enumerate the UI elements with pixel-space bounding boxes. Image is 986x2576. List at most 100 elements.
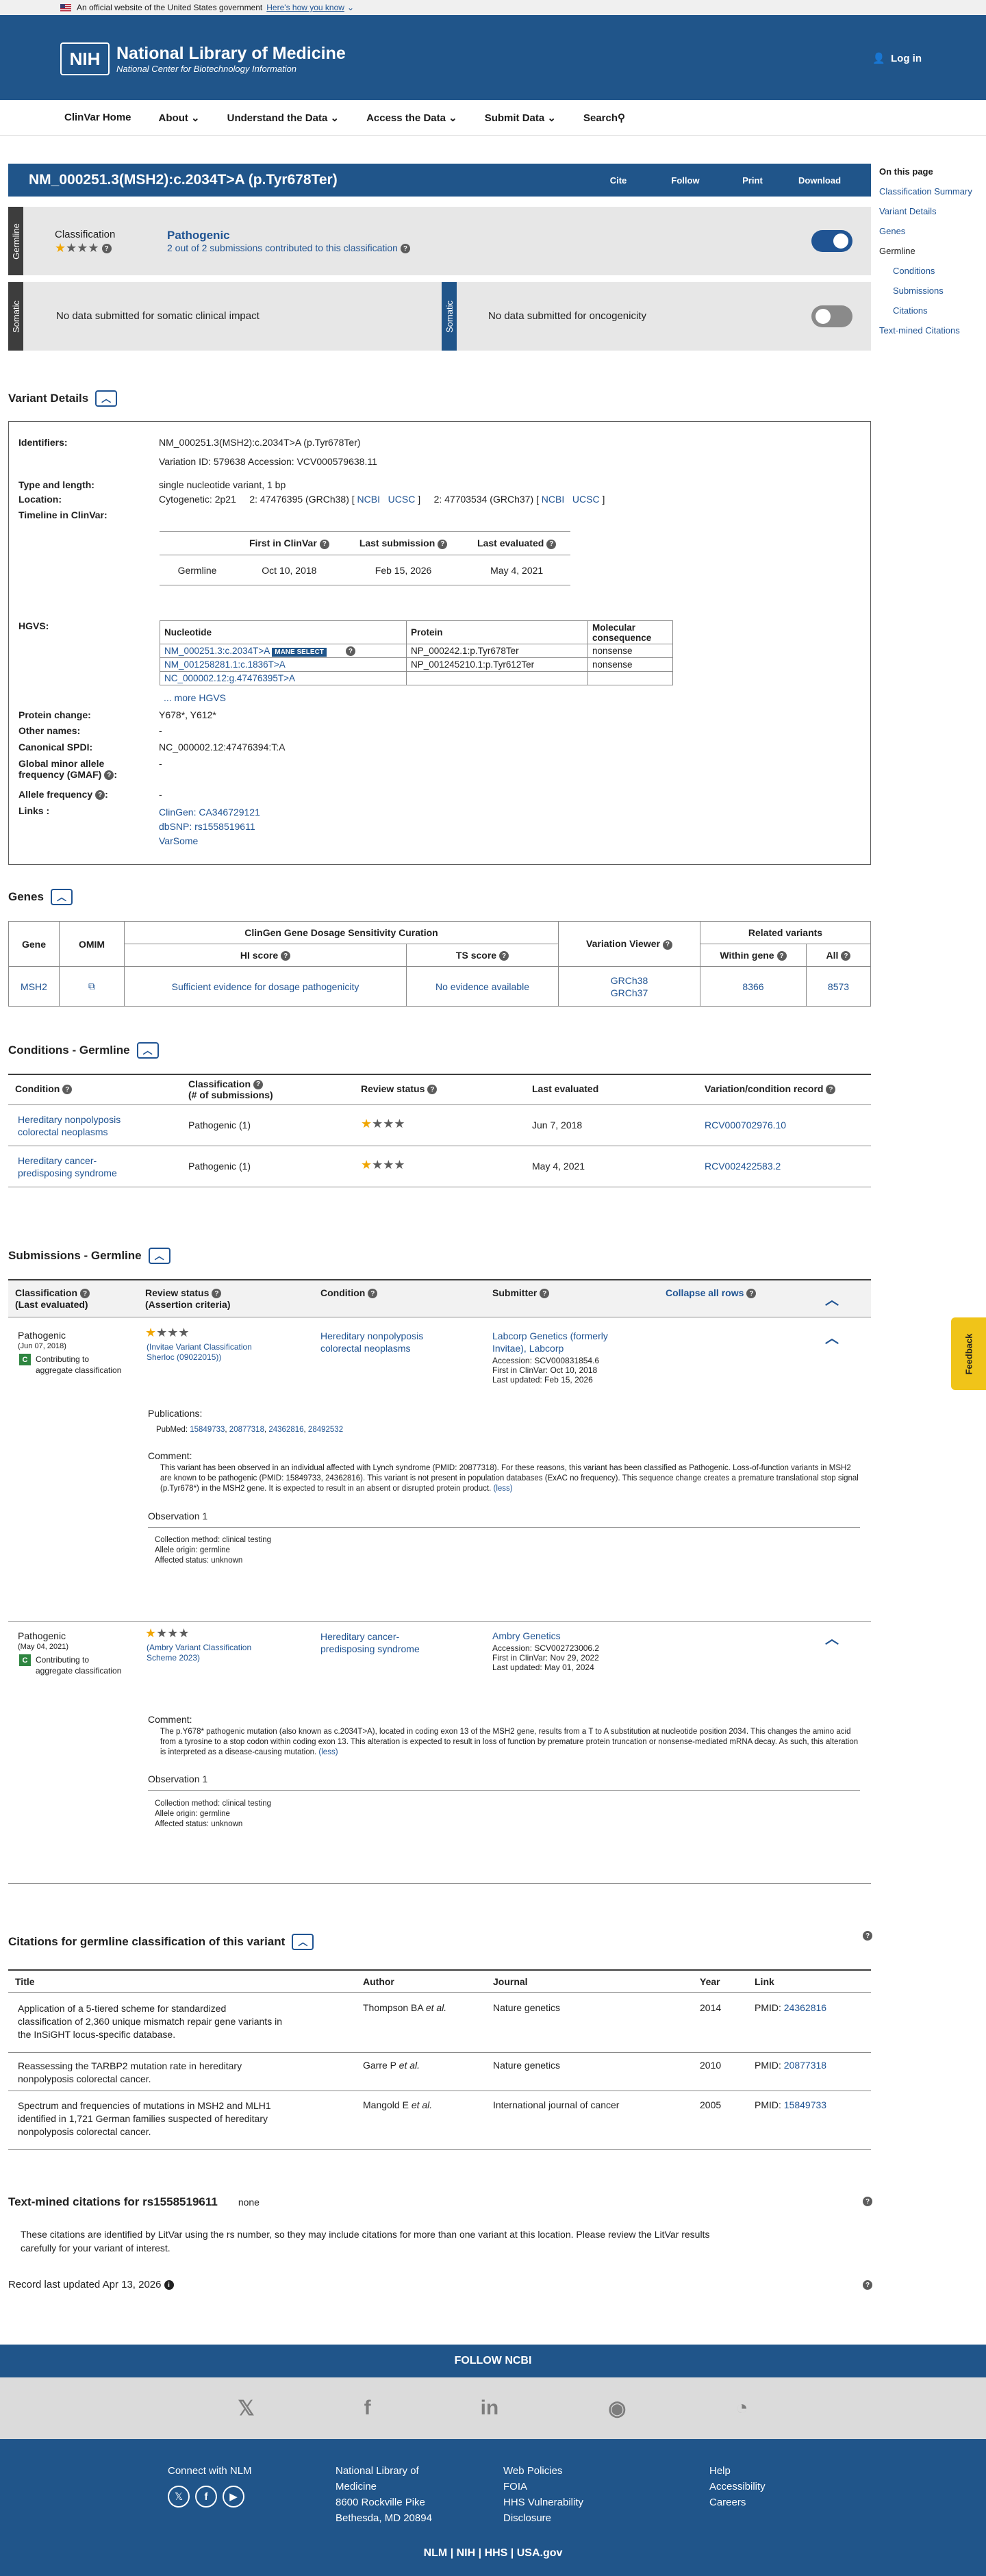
sub2-criteria-link[interactable]: (Ambry Variant Classification Scheme 2023…	[147, 1643, 251, 1663]
varsome-link[interactable]: VarSome	[159, 835, 198, 846]
help-icon[interactable]: ?	[368, 1289, 378, 1299]
help-icon[interactable]: ?	[540, 1289, 550, 1299]
hhs-vuln-link-2[interactable]: Disclosure	[503, 2512, 551, 2524]
toc-classification-summary[interactable]: Classification Summary	[879, 181, 982, 201]
hhs-link[interactable]: HHS	[485, 2547, 508, 2559]
linkedin-icon[interactable]: in	[481, 2397, 499, 2420]
help-icon[interactable]: ?	[319, 539, 329, 549]
ucsc-link[interactable]: UCSC	[388, 494, 416, 505]
nlm-logo[interactable]: NIH National Library of Medicine National…	[60, 42, 346, 75]
help-icon[interactable]: ?	[863, 2197, 872, 2206]
collapse-icon[interactable]: ︿	[148, 1248, 170, 1264]
chevron-up-icon[interactable]: ︿	[825, 1628, 839, 1647]
condition-link[interactable]: Hereditary cancer-predisposing syndrome	[18, 1154, 117, 1179]
follow-button[interactable]: Follow	[655, 175, 716, 186]
github-icon[interactable]: ◉	[608, 2397, 626, 2421]
nav-submit[interactable]: Submit Data ⌄	[485, 112, 556, 124]
download-button[interactable]: Download	[789, 175, 850, 186]
help-icon[interactable]: ?	[281, 951, 291, 961]
nav-clinvar-home[interactable]: ClinVar Home	[64, 112, 131, 123]
collapse-all-rows-button[interactable]: Collapse all rows?	[666, 1287, 757, 1299]
classification-value[interactable]: Pathogenic	[167, 229, 230, 242]
nlm-link[interactable]: NLM	[424, 2547, 448, 2559]
nav-understand[interactable]: Understand the Data ⌄	[227, 112, 339, 124]
toc-conditions[interactable]: Conditions	[879, 261, 982, 281]
collapse-icon[interactable]: ︿	[136, 1042, 159, 1059]
help-link[interactable]: Help	[709, 2465, 731, 2477]
help-icon[interactable]: ?	[499, 951, 509, 961]
youtube-icon[interactable]: ▶	[223, 2486, 244, 2508]
cite-button[interactable]: Cite	[587, 175, 649, 186]
heres-how-link[interactable]: Here's how you know	[266, 3, 344, 12]
help-icon[interactable]: ?	[345, 646, 355, 657]
help-icon[interactable]: ?	[104, 770, 114, 781]
accessibility-link[interactable]: Accessibility	[709, 2481, 766, 2492]
pmid-link[interactable]: 20877318	[229, 1426, 264, 1434]
hgvs-nuc-3-link[interactable]: NC_000002.12:g.47476395T>A	[164, 673, 295, 683]
gene-msh2-link[interactable]: MSH2	[8, 966, 60, 1007]
dbsnp-link[interactable]: dbSNP: rs1558519611	[159, 821, 255, 832]
omim-external-icon[interactable]: ⧉	[59, 966, 125, 1007]
info-icon[interactable]: i	[164, 2280, 174, 2290]
pmid-link[interactable]: 24362816	[784, 2002, 826, 2013]
usagov-link[interactable]: USA.gov	[517, 2547, 563, 2559]
x-icon[interactable]: 𝕏	[168, 2486, 190, 2508]
nav-access[interactable]: Access the Data ⌄	[366, 112, 457, 124]
chevron-up-icon[interactable]: ︿	[825, 1289, 839, 1309]
login-button[interactable]: 👤 Log in	[872, 52, 922, 65]
toc-variant-details[interactable]: Variant Details	[879, 201, 982, 221]
help-icon[interactable]: ?	[101, 244, 112, 254]
help-icon[interactable]: ?	[62, 1085, 73, 1095]
grch38-link[interactable]: GRCh38	[611, 975, 648, 986]
ucsc-link[interactable]: UCSC	[572, 494, 600, 505]
help-icon[interactable]: ?	[863, 2280, 872, 2290]
sub1-condition-link[interactable]: Hereditary nonpolyposis colorectal neopla…	[320, 1330, 423, 1354]
nav-search[interactable]: Search⚲	[583, 112, 625, 124]
pmid-link[interactable]: 15849733	[190, 1426, 225, 1434]
toc-textmined[interactable]: Text-mined Citations	[879, 320, 982, 340]
pmid-link[interactable]: 24362816	[268, 1426, 303, 1434]
help-icon[interactable]: ?	[863, 1931, 872, 1941]
web-policies-link[interactable]: Web Policies	[503, 2465, 562, 2477]
pmid-link[interactable]: 20877318	[784, 2060, 826, 2071]
help-icon[interactable]: ?	[253, 1080, 264, 1090]
help-icon[interactable]: ?	[662, 939, 672, 950]
somatic-toggle[interactable]	[811, 305, 852, 327]
help-icon[interactable]: ?	[546, 539, 557, 549]
all-variants-link[interactable]: 8573	[806, 966, 871, 1007]
facebook-icon[interactable]: f	[195, 2486, 217, 2508]
toc-submissions[interactable]: Submissions	[879, 281, 982, 301]
foia-link[interactable]: FOIA	[503, 2481, 527, 2492]
help-icon[interactable]: ?	[438, 539, 448, 549]
help-icon[interactable]: ?	[80, 1289, 90, 1299]
help-icon[interactable]: ?	[400, 244, 410, 254]
toc-genes[interactable]: Genes	[879, 221, 982, 241]
help-icon[interactable]: ?	[95, 790, 105, 800]
hgvs-nuc-2-link[interactable]: NM_001258281.1:c.1836T>A	[164, 659, 286, 670]
condition-link[interactable]: Hereditary nonpolyposis colorectal neopla…	[18, 1113, 121, 1138]
germline-toggle[interactable]	[811, 230, 852, 252]
help-icon[interactable]: ?	[746, 1289, 757, 1299]
help-icon[interactable]: ?	[826, 1085, 836, 1095]
less-link[interactable]: (less)	[318, 1748, 338, 1756]
x-icon[interactable]: 𝕏	[238, 2397, 254, 2421]
hi-score-link[interactable]: Sufficient evidence for dosage pathogeni…	[124, 966, 407, 1007]
pmid-link[interactable]: 15849733	[784, 2099, 826, 2110]
help-icon[interactable]: ?	[427, 1085, 438, 1095]
careers-link[interactable]: Careers	[709, 2497, 746, 2508]
sub1-criteria-link[interactable]: (Invitae Variant Classification Sherloc (…	[147, 1342, 252, 1363]
print-button[interactable]: Print	[722, 175, 783, 186]
within-gene-link[interactable]: 8366	[700, 966, 807, 1007]
help-icon[interactable]: ?	[841, 951, 851, 961]
collapse-icon[interactable]: ︿	[50, 889, 73, 905]
sub2-condition-link[interactable]: Hereditary cancer-predisposing syndrome	[320, 1630, 420, 1655]
help-icon[interactable]: ?	[212, 1289, 222, 1299]
ncbi-link[interactable]: NCBI	[542, 494, 564, 505]
less-link[interactable]: (less)	[493, 1485, 512, 1493]
clingen-link[interactable]: ClinGen: CA346729121	[159, 807, 260, 818]
sub1-submitter-link[interactable]: Labcorp Genetics (formerly Invitae), Labc…	[492, 1330, 608, 1354]
footer-nlm-1[interactable]: National Library of	[336, 2465, 419, 2477]
grch37-link[interactable]: GRCh37	[611, 987, 648, 998]
rcv-link[interactable]: RCV002422583.2	[705, 1161, 781, 1172]
collapse-icon[interactable]: ︿	[95, 390, 118, 407]
